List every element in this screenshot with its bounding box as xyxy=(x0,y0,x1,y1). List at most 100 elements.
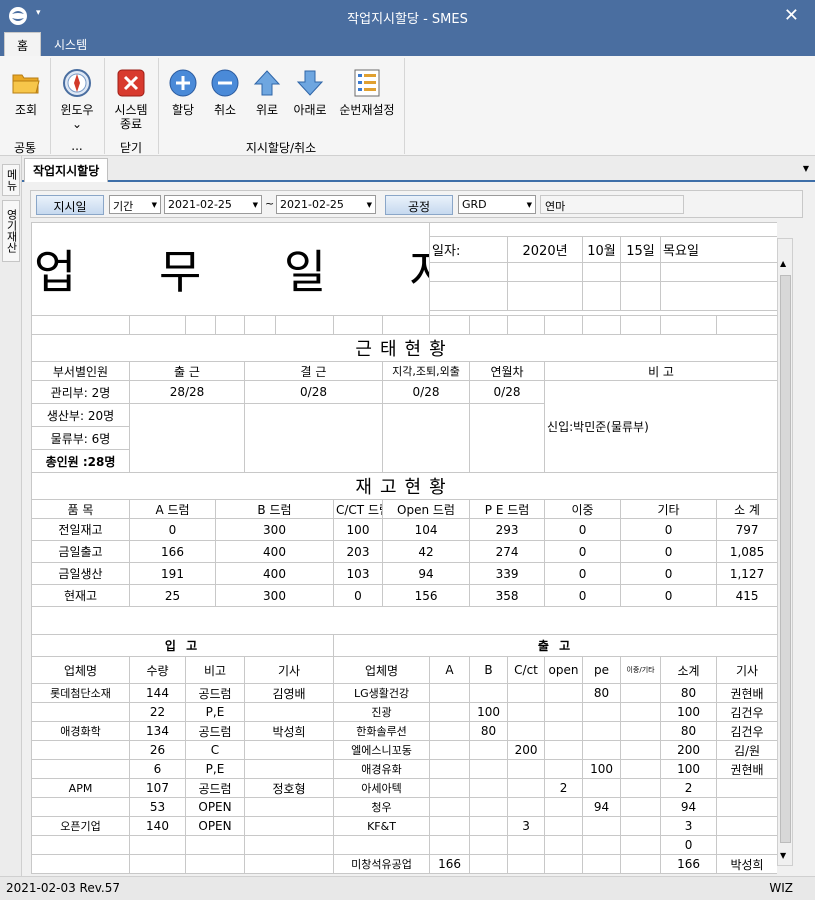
table-cell xyxy=(544,683,584,703)
table-cell xyxy=(507,797,546,817)
table-cell: APM xyxy=(31,778,130,798)
inventory-header: A 드럼 xyxy=(129,499,216,519)
company-label: WIZ xyxy=(769,881,793,895)
table-cell xyxy=(244,854,334,874)
inventory-header: 소 계 xyxy=(716,499,777,519)
table-cell xyxy=(582,721,622,741)
table-cell: 100 xyxy=(469,702,509,722)
process-button[interactable]: 공정 xyxy=(385,195,453,215)
cancel-label: 취소 xyxy=(213,103,237,117)
table-cell: 미창석유공업 xyxy=(332,854,431,874)
table-cell: C xyxy=(185,740,245,760)
table-cell xyxy=(469,740,509,760)
arrow-up-icon xyxy=(253,70,281,96)
io-header: pe xyxy=(582,656,622,684)
side-tab-asset[interactable]: 영기재산 xyxy=(2,200,20,262)
io-header: 업체명 xyxy=(332,656,431,684)
chevron-down-icon: ▼ xyxy=(151,201,157,209)
table-cell xyxy=(31,702,130,722)
table-cell xyxy=(620,721,662,741)
table-cell xyxy=(429,759,471,779)
table-cell: 100 xyxy=(660,759,718,779)
vertical-scrollbar[interactable]: ▲ ▼ xyxy=(777,238,793,866)
date-from-value: 2021-02-25 xyxy=(168,198,232,211)
inventory-header: B 드럼 xyxy=(215,499,334,519)
window-button[interactable]: 윈도우 ⌄ xyxy=(56,68,98,131)
table-cell: 박성희 xyxy=(244,721,334,741)
date-label: 일자: xyxy=(429,236,509,263)
table-cell xyxy=(620,835,662,855)
date-year: 2020년 xyxy=(507,236,584,263)
move-up-label: 위로 xyxy=(255,103,279,117)
table-cell xyxy=(544,816,584,836)
build-info: 2021-02-03 Rev.57 xyxy=(6,881,120,895)
assign-button[interactable]: 할당 xyxy=(166,68,200,117)
table-cell xyxy=(469,683,509,703)
table-row: 전일재고 0 300 100 104 293 0 0 797 xyxy=(31,518,777,541)
table-cell xyxy=(620,778,662,798)
order-date-button[interactable]: 지시일 xyxy=(36,195,104,215)
table-row: 오픈기업 140 OPEN KF&T 3 3 xyxy=(31,816,777,836)
tab-list-dropdown-icon[interactable]: ▼ xyxy=(803,164,809,173)
attendance-value: 0/28 xyxy=(469,380,546,404)
table-cell: 200 xyxy=(660,740,718,760)
table-cell: 권현배 xyxy=(716,683,777,703)
table-cell xyxy=(544,759,584,779)
group-label-window: ... xyxy=(71,139,83,153)
attendance-header: 지각,조퇴,외출 xyxy=(381,361,471,381)
move-down-button[interactable]: 아래로 xyxy=(290,68,330,117)
date-to-picker[interactable]: 2021-02-25 ▼ xyxy=(276,195,376,214)
table-cell xyxy=(544,854,584,874)
attendance-header: 출 근 xyxy=(129,361,245,381)
table-cell xyxy=(31,854,130,874)
tab-home[interactable]: 홈 xyxy=(4,32,42,56)
table-row: 22 P,E 진광 100 100 김건우 xyxy=(31,702,777,722)
table-cell xyxy=(244,740,334,760)
table-cell xyxy=(31,835,130,855)
work-log-sheet[interactable]: 업 무 일 지 일자: 2020년 10월 15일 목요일 근태현황 부서별인원… xyxy=(31,222,777,874)
process-select[interactable]: GRD ▼ xyxy=(458,195,536,214)
table-cell xyxy=(507,778,546,798)
table-cell: 김영배 xyxy=(244,683,334,703)
search-button[interactable]: 조회 xyxy=(8,68,44,117)
table-cell xyxy=(716,816,777,836)
chevron-down-icon: ▼ xyxy=(366,201,372,209)
cancel-button[interactable]: 취소 xyxy=(208,68,242,117)
system-exit-label-2: 종료 xyxy=(119,117,143,131)
table-cell: 권현배 xyxy=(716,759,777,779)
period-value: 기간 xyxy=(113,200,134,213)
table-cell xyxy=(185,854,245,874)
scroll-thumb[interactable] xyxy=(780,275,791,843)
table-cell: OPEN xyxy=(185,816,245,836)
table-cell: 공드럼 xyxy=(185,721,245,741)
table-row: 미창석유공업 166 166 박성희 xyxy=(31,854,777,874)
ribbon: 조회 윈도우 ⌄ 시스템 종료 할당 취소 위로 아래로 순번재설정 공통 ..… xyxy=(0,56,815,156)
system-exit-button[interactable]: 시스템 종료 xyxy=(110,68,152,131)
window-title: 작업지시할당 - SMES xyxy=(347,12,468,27)
table-cell xyxy=(429,778,471,798)
side-tab-menu[interactable]: 메뉴 xyxy=(2,164,20,196)
table-cell: 166 xyxy=(660,854,718,874)
dept-production: 생산부: 20명 xyxy=(31,403,130,427)
tab-work-order-assign[interactable]: 작업지시할당 xyxy=(24,158,109,182)
group-label-common: 공통 xyxy=(13,141,37,155)
move-down-label: 아래로 xyxy=(293,103,327,117)
scroll-up-icon[interactable]: ▲ xyxy=(780,259,790,271)
table-row: 금일출고 166 400 203 42 274 0 0 1,085 xyxy=(31,540,777,563)
period-select[interactable]: 기간 ▼ xyxy=(109,195,161,214)
scroll-down-icon[interactable]: ▼ xyxy=(780,851,790,863)
close-icon[interactable]: ✕ xyxy=(784,5,799,26)
group-separator xyxy=(404,58,405,154)
date-from-picker[interactable]: 2021-02-25 ▼ xyxy=(164,195,262,214)
tab-system[interactable]: 시스템 xyxy=(42,32,99,56)
total-headcount: 총인원 :28명 xyxy=(31,449,130,473)
table-cell xyxy=(507,721,546,741)
table-cell: P,E xyxy=(185,759,245,779)
reset-order-button[interactable]: 순번재설정 xyxy=(336,68,398,117)
move-up-button[interactable]: 위로 xyxy=(250,68,284,117)
table-cell xyxy=(620,759,662,779)
table-cell xyxy=(185,835,245,855)
compass-icon xyxy=(63,69,91,97)
table-cell xyxy=(244,702,334,722)
table-cell xyxy=(332,835,431,855)
